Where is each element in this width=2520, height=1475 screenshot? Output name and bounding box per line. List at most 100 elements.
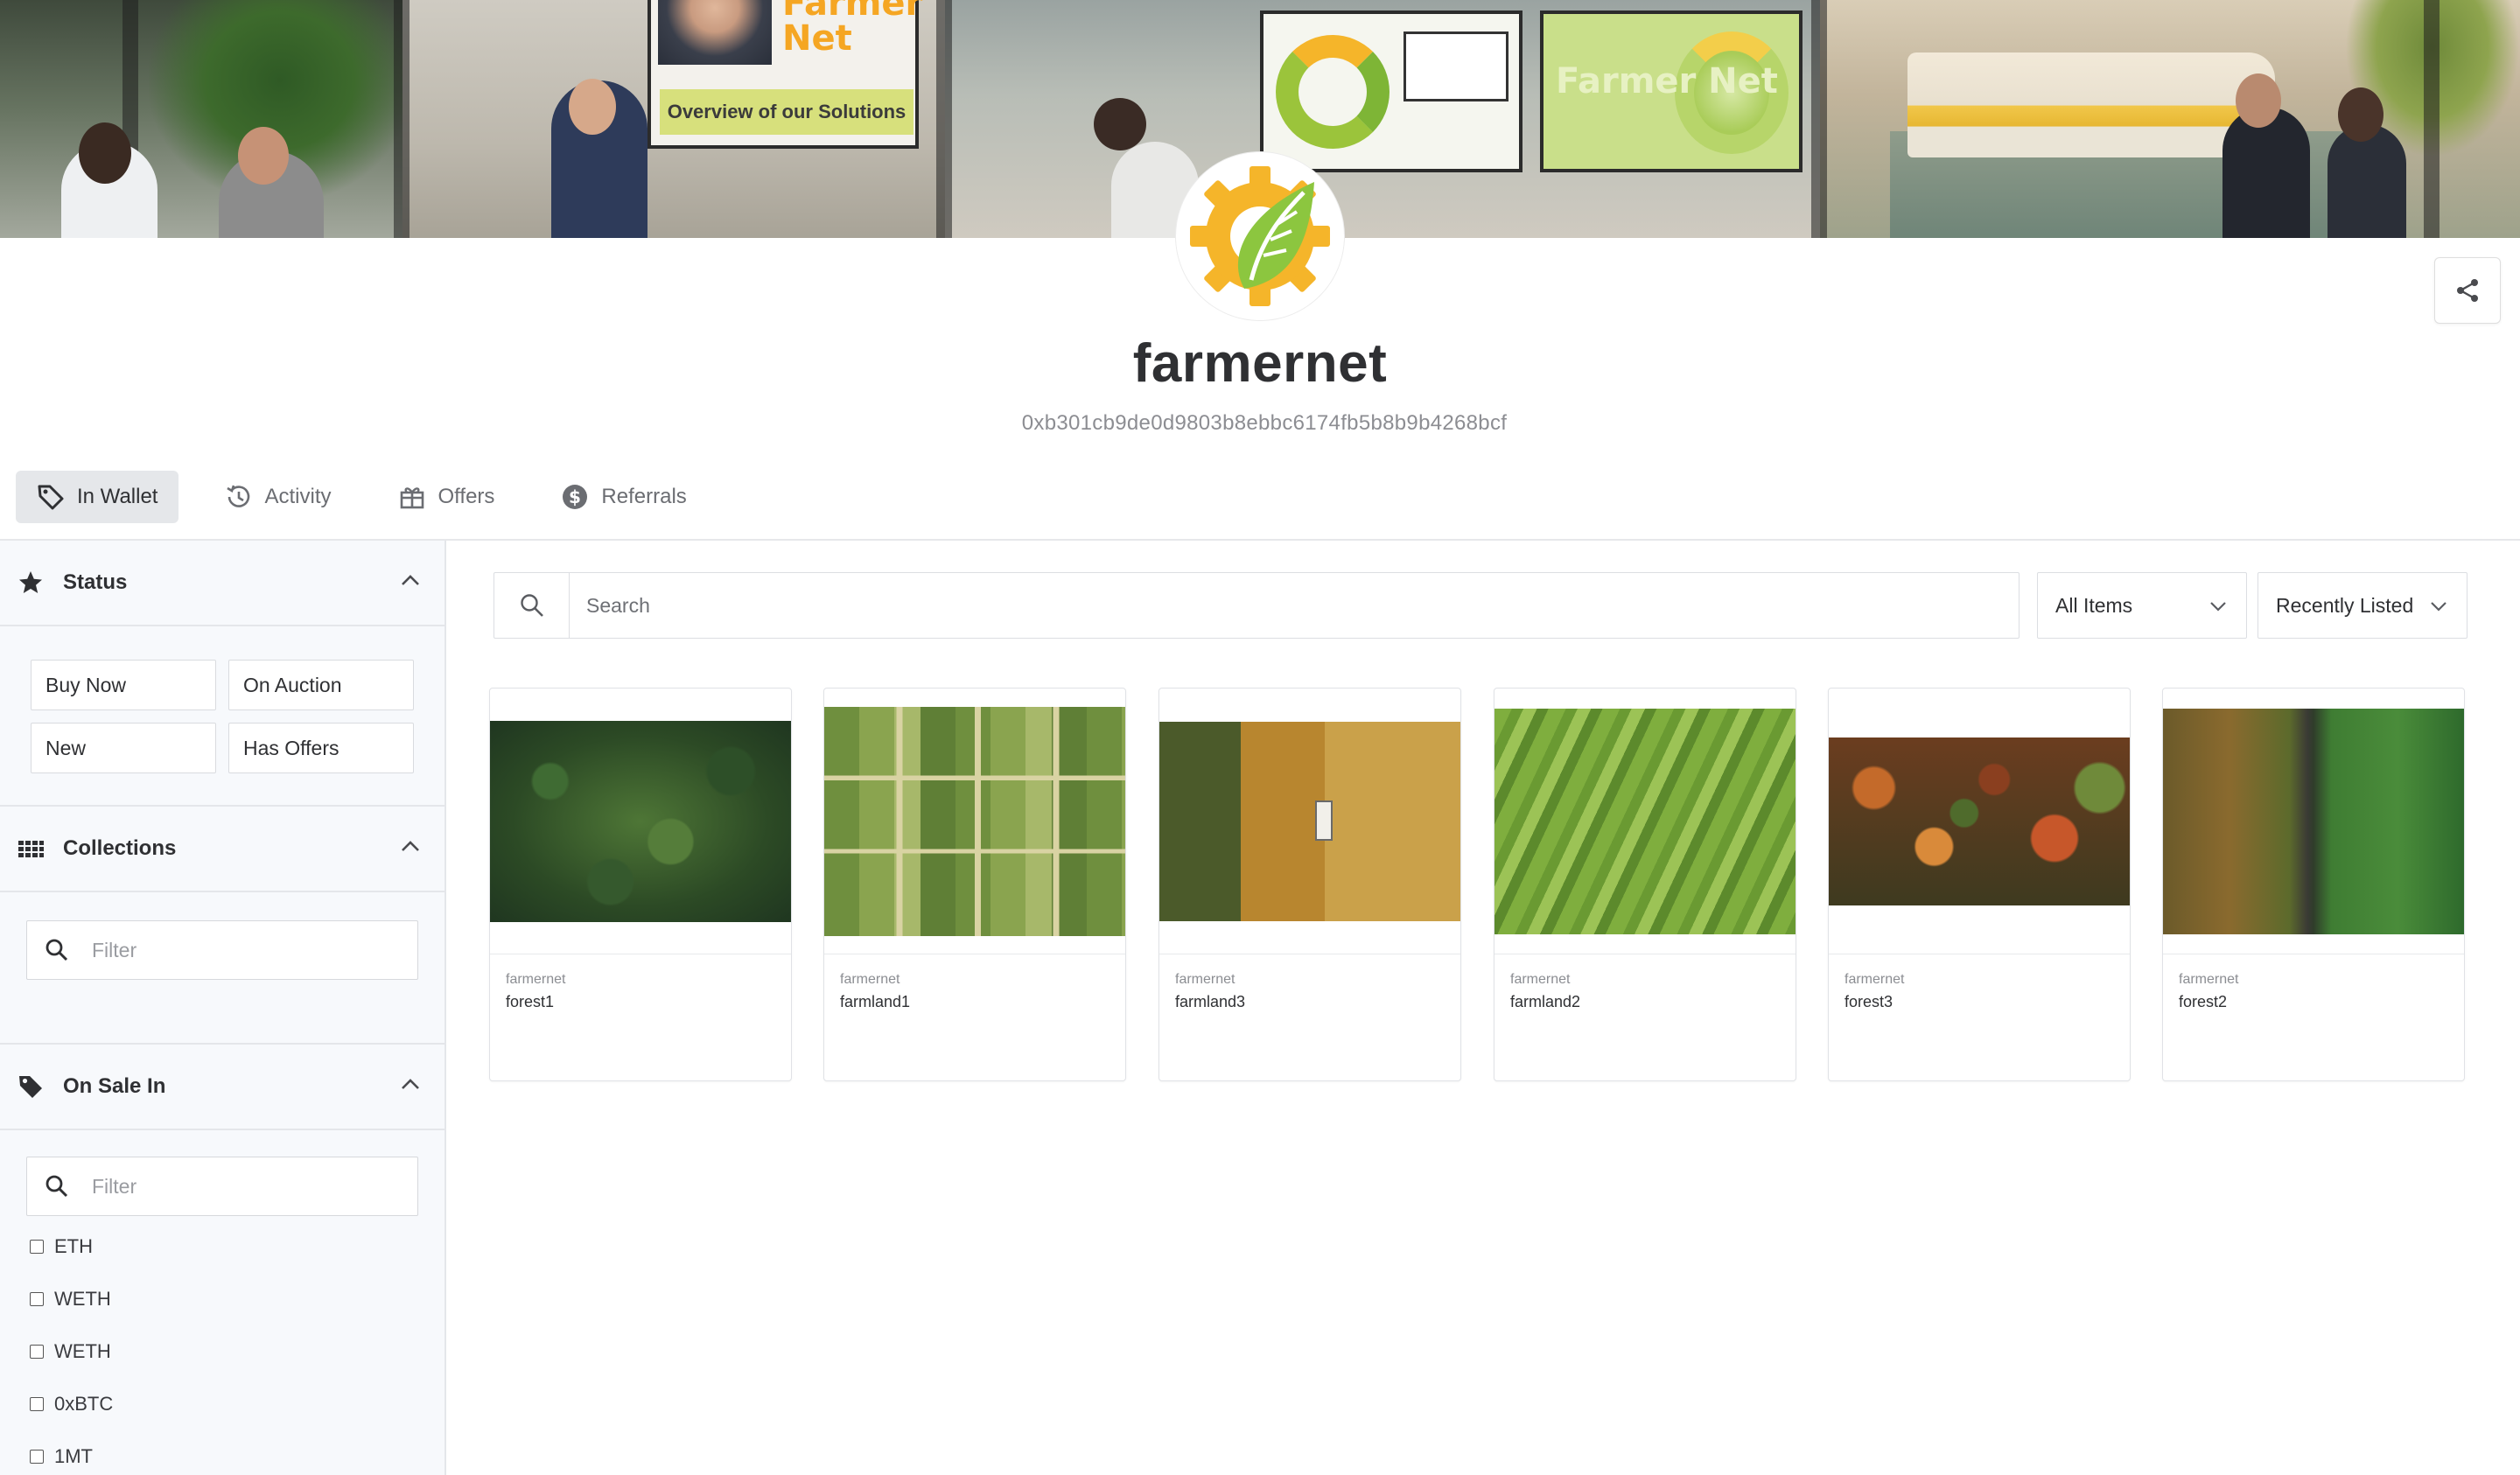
item-card[interactable]: farmernet forest2 — [2162, 688, 2465, 1081]
chevron-up-icon[interactable] — [401, 574, 420, 586]
currency-label: 0xBTC — [54, 1393, 114, 1415]
filter-has-offers-button[interactable]: Has Offers — [228, 723, 414, 773]
item-thumbnail[interactable] — [2163, 689, 2464, 954]
collections-section-header[interactable]: Collections — [0, 807, 444, 892]
sort-select[interactable]: Recently Listed — [2258, 572, 2468, 639]
item-card[interactable]: farmernet farmland2 — [1494, 688, 1796, 1081]
gift-icon — [400, 487, 424, 509]
section-title: Status — [63, 570, 128, 594]
currency-option-eth[interactable]: ETH — [30, 1235, 93, 1258]
tab-referrals[interactable]: $ Referrals — [540, 471, 707, 523]
checkbox[interactable] — [30, 1240, 44, 1254]
tab-activity[interactable]: Activity — [203, 471, 352, 523]
currency-option-weth-2[interactable]: WETH — [30, 1340, 111, 1363]
tab-label: In Wallet — [77, 485, 158, 508]
banner-person — [2328, 124, 2406, 238]
chevron-up-icon[interactable] — [401, 840, 420, 852]
share-button[interactable] — [2434, 257, 2501, 324]
filter-placeholder: Filter — [92, 938, 137, 961]
item-name[interactable]: forest2 — [2179, 993, 2227, 1011]
banner-screen-diagram — [1260, 10, 1522, 172]
status-filter-buttons: Buy Now On Auction New Has Offers — [31, 660, 416, 773]
history-icon — [227, 485, 250, 507]
on-sale-in-filter-input[interactable]: Filter — [26, 1157, 418, 1216]
item-name[interactable]: forest3 — [1844, 993, 1893, 1011]
currency-label: 1MT — [54, 1445, 93, 1467]
currency-option-1mt[interactable]: 1MT — [30, 1445, 93, 1468]
tab-label: Referrals — [601, 485, 687, 508]
farmland-aerial-image — [824, 706, 1125, 936]
banner-photo-river — [1820, 0, 2520, 238]
item-thumbnail[interactable] — [1829, 689, 2130, 954]
search-button[interactable] — [494, 573, 570, 638]
profile-avatar[interactable] — [1176, 152, 1344, 320]
section-title: Collections — [63, 836, 177, 860]
grid-icon — [18, 841, 44, 857]
checkbox[interactable] — [30, 1292, 44, 1306]
item-collection: farmernet — [1510, 972, 1571, 987]
item-thumbnail[interactable] — [490, 689, 791, 954]
terraced-field-image — [1494, 708, 1796, 934]
item-collection: farmernet — [1844, 972, 1905, 987]
item-thumbnail[interactable] — [1159, 689, 1460, 954]
wallet-address[interactable]: 0xb301cb9de0d9803b8ebbc6174fb5b8b9b4268b… — [0, 411, 2520, 436]
window-frame — [2424, 0, 2440, 238]
currency-label: WETH — [54, 1340, 111, 1362]
banner-photo-left — [0, 0, 411, 238]
item-thumbnail[interactable] — [824, 689, 1125, 954]
gear-leaf-logo-icon — [1190, 166, 1330, 306]
search-placeholder: Search — [586, 594, 650, 617]
checkbox[interactable] — [30, 1450, 44, 1464]
chevron-down-icon — [2210, 602, 2226, 612]
checkbox[interactable] — [30, 1397, 44, 1411]
item-name[interactable]: farmland3 — [1175, 993, 1245, 1011]
search-icon — [46, 1175, 68, 1198]
item-name[interactable]: farmland1 — [840, 993, 910, 1011]
tab-label: Activity — [264, 485, 332, 508]
item-collection: farmernet — [1175, 972, 1236, 987]
item-card[interactable]: farmernet farmland1 — [823, 688, 1126, 1081]
banner-screen-logo: Farmer Net — [1540, 10, 1802, 172]
collections-filter-input[interactable]: Filter — [26, 920, 418, 980]
currency-option-0xbtc[interactable]: 0xBTC — [30, 1393, 113, 1416]
window-frame — [936, 0, 952, 238]
select-value: All Items — [2055, 593, 2133, 617]
item-name[interactable]: forest1 — [506, 993, 554, 1011]
tab-offers[interactable]: Offers — [377, 471, 516, 523]
checkbox[interactable] — [30, 1345, 44, 1359]
tab-in-wallet[interactable]: In Wallet — [16, 471, 179, 523]
harvest-field-image — [1159, 721, 1460, 921]
tag-icon — [38, 485, 64, 510]
profile-tabs: In Wallet Activity Offers $ Referrals — [16, 471, 708, 523]
search-input[interactable]: Search — [494, 572, 2020, 639]
profile-name: farmernet — [1132, 333, 1388, 394]
filter-buy-now-button[interactable]: Buy Now — [31, 660, 216, 710]
item-name[interactable]: farmland2 — [1510, 993, 1580, 1011]
window-frame — [394, 0, 410, 238]
item-thumbnail[interactable] — [1494, 689, 1796, 954]
autumn-forest-image — [1829, 737, 2130, 905]
forest-road-image — [2163, 708, 2464, 934]
filter-new-button[interactable]: New — [31, 723, 216, 773]
banner-screen-brand-2: Farmer Net — [1556, 61, 1778, 101]
filter-on-auction-button[interactable]: On Auction — [228, 660, 414, 710]
banner-screen-brand: Farmer Net — [782, 0, 923, 59]
status-section-header[interactable]: Status — [0, 541, 444, 626]
chevron-up-icon[interactable] — [401, 1078, 420, 1090]
banner-screen-caption: Overview of our Solutions — [660, 89, 914, 135]
item-collection: farmernet — [2179, 972, 2239, 987]
filter-placeholder: Filter — [92, 1174, 137, 1198]
on-sale-in-section-header[interactable]: On Sale In — [0, 1045, 444, 1130]
currency-option-weth[interactable]: WETH — [30, 1288, 111, 1311]
section-divider — [0, 805, 444, 807]
item-card[interactable]: farmernet forest1 — [489, 688, 792, 1081]
banner-screen-overview: Farmer Net Overview of our Solutions — [648, 0, 923, 149]
item-card[interactable]: farmernet forest3 — [1828, 688, 2131, 1081]
currency-label: ETH — [54, 1235, 93, 1257]
page: { "banner": { "screen_brand_a": "Farmer … — [0, 0, 2520, 1475]
search-icon — [520, 594, 543, 617]
share-icon — [2457, 279, 2478, 302]
items-filter-select[interactable]: All Items — [2037, 572, 2247, 639]
item-card[interactable]: farmernet farmland3 — [1158, 688, 1461, 1081]
search-icon — [46, 939, 68, 961]
